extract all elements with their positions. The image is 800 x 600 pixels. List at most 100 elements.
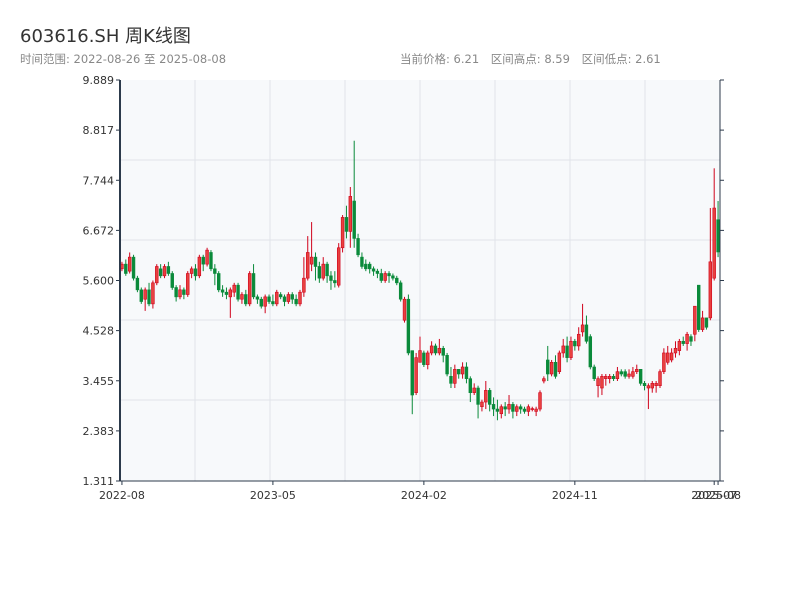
candle-up <box>631 371 635 377</box>
candle-up <box>542 378 546 382</box>
candle-down <box>135 277 140 291</box>
candle-up <box>646 385 651 389</box>
candle-down <box>344 217 349 232</box>
candle-up <box>437 347 442 354</box>
candle-up <box>143 289 147 300</box>
candle-down <box>511 404 515 412</box>
candle-down <box>255 296 260 300</box>
candle-down <box>201 256 205 265</box>
candle-down <box>367 263 372 270</box>
candle-down <box>213 268 217 274</box>
candle-up <box>240 294 244 300</box>
candle-up <box>569 340 573 358</box>
candle-up <box>151 282 155 305</box>
candle-up <box>480 401 484 408</box>
candle-up <box>526 406 531 412</box>
candle-up <box>534 408 538 412</box>
candle-down <box>193 268 198 277</box>
candle-up <box>557 352 562 372</box>
candle-up <box>499 406 503 415</box>
candle-up <box>286 294 291 302</box>
candle-down <box>217 273 221 291</box>
y-tick-label: 7.744 <box>83 174 115 187</box>
candle-up <box>577 333 581 347</box>
candle-up <box>666 352 670 363</box>
candle-down <box>313 256 318 267</box>
candle-down <box>592 366 596 379</box>
candle-up <box>321 263 325 279</box>
x-tick-label: 2025-08 <box>695 489 741 502</box>
candle-down <box>468 378 473 393</box>
candle-up <box>530 408 534 410</box>
candle-down <box>371 268 376 272</box>
candle-down <box>174 287 178 298</box>
candle-down <box>449 376 453 384</box>
candle-up <box>685 333 689 344</box>
candle-up <box>677 340 682 351</box>
candle-up <box>309 256 314 265</box>
candle-down <box>704 317 709 328</box>
y-tick-label: 2.383 <box>83 425 115 438</box>
candle-up <box>669 352 674 361</box>
candle-up <box>515 406 519 412</box>
candle-down <box>124 263 128 274</box>
y-tick-label: 8.817 <box>83 124 115 137</box>
candle-up <box>189 268 194 274</box>
candle-up <box>600 376 604 389</box>
candle-down <box>379 273 383 281</box>
candle-down <box>697 284 701 330</box>
candle-up <box>596 378 600 386</box>
candle-down <box>422 352 426 365</box>
candle-down <box>588 336 593 368</box>
candle-down <box>244 294 248 305</box>
candle-up <box>472 387 476 393</box>
candle-up <box>186 273 190 295</box>
candle-down <box>360 256 364 267</box>
y-tick-label: 5.600 <box>83 275 115 288</box>
candle-down <box>495 408 500 412</box>
candle-up <box>673 347 678 354</box>
candle-up <box>607 376 612 379</box>
candle-down <box>224 291 229 295</box>
candle-up <box>275 291 279 305</box>
y-tick-label: 4.528 <box>83 325 115 338</box>
candle-down <box>503 406 507 410</box>
candle-down <box>410 350 414 396</box>
candle-up <box>712 207 716 279</box>
candle-down <box>433 345 438 354</box>
candle-down <box>267 296 271 302</box>
candle-down <box>271 301 275 305</box>
candle-up <box>484 390 488 403</box>
candle-down <box>391 275 395 279</box>
candle-down <box>182 289 186 295</box>
candle-down <box>147 289 151 305</box>
candle-down <box>716 219 720 253</box>
y-tick-label: 9.889 <box>83 74 115 87</box>
candle-up <box>658 371 662 386</box>
candle-down <box>476 387 480 405</box>
candlestick-chart: 9.889 8.817 7.744 6.672 5.600 4.528 3.455 2.383… <box>83 74 742 502</box>
candle-down <box>638 369 643 384</box>
candle-up <box>348 196 353 232</box>
candle-down <box>236 284 240 300</box>
candle-down <box>166 266 171 274</box>
candle-down <box>325 263 329 277</box>
candle-up <box>426 352 430 365</box>
candle-up <box>247 273 252 305</box>
candle-up <box>162 266 167 277</box>
candle-up <box>654 383 658 386</box>
candle-up <box>561 345 565 354</box>
candle-up <box>507 404 511 410</box>
candle-down <box>689 336 693 342</box>
candle-down <box>139 289 143 302</box>
candle-up <box>700 317 705 330</box>
candle-down <box>290 294 294 300</box>
candle-down <box>553 362 558 377</box>
candle-up <box>635 369 639 372</box>
candle-down <box>565 345 569 358</box>
candle-up <box>549 362 554 375</box>
candle-down <box>623 371 627 377</box>
candle-up <box>627 373 631 377</box>
candle-up <box>693 305 697 335</box>
candle-down <box>491 404 496 410</box>
